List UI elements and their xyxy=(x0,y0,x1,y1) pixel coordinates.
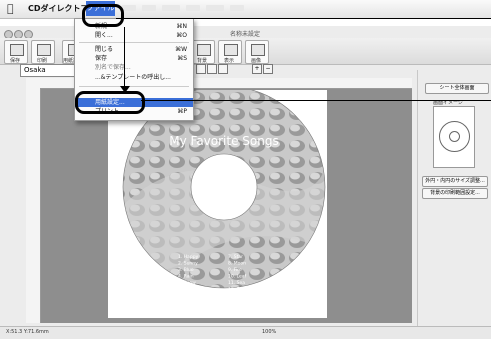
cd-label-disc[interactable]: My Favorite Songs 1. Happy2. Sunny3. Blu… xyxy=(108,90,327,318)
toolbar-label: 画像 xyxy=(250,58,261,64)
callout-page-setup xyxy=(75,91,145,114)
menu-item-window[interactable] xyxy=(206,5,224,11)
status-bar xyxy=(0,326,491,339)
track-item[interactable]: 3. Blue xyxy=(178,267,194,273)
menu-item-save[interactable]: 保存 ⌘S xyxy=(75,54,193,63)
zoom-level: 100% xyxy=(262,329,277,335)
apple-icon[interactable]:  xyxy=(7,2,14,15)
cd-date-text[interactable]: 4/1 2002 xyxy=(214,300,259,311)
arrow-head-icon xyxy=(120,86,130,93)
leader-line xyxy=(116,18,491,19)
menu-item-template[interactable]: ...&テンプレートの呼出し... xyxy=(75,73,193,82)
track-item[interactable]: 4. Rain xyxy=(178,274,194,280)
track-item[interactable]: 9. Fire xyxy=(228,267,242,273)
track-item[interactable]: 8. Moon xyxy=(228,261,246,267)
align-icon[interactable] xyxy=(196,64,206,74)
menu-separator xyxy=(79,86,189,87)
toolbar-label: 保存 xyxy=(9,58,20,64)
preview-box xyxy=(433,106,475,168)
toolbar-label: 表示 xyxy=(223,58,234,64)
menu-item-format[interactable] xyxy=(162,5,180,11)
track-item[interactable]: 6. Wind xyxy=(178,287,195,293)
zoom-out-icon[interactable]: − xyxy=(263,64,273,74)
menu-item-close[interactable]: 閉じる ⌘W xyxy=(75,45,193,54)
grid-icon[interactable] xyxy=(207,64,217,74)
preview-hole-icon xyxy=(449,131,460,142)
menu-item-save-as[interactable]: 別名で保存... xyxy=(75,63,193,72)
toolbar-label: 印刷 xyxy=(36,58,47,64)
cd-title-text[interactable]: My Favorite Songs xyxy=(169,134,278,148)
leader-line xyxy=(141,100,491,101)
track-item[interactable]: 1. Happy xyxy=(178,254,199,260)
track-item[interactable]: 2. Sunny xyxy=(178,261,198,267)
cursor-coords: X:51.3 Y:71.6mm xyxy=(6,329,49,335)
background-range-button[interactable]: 背景の印刷範囲設定... xyxy=(422,188,488,199)
menu-item-layout[interactable] xyxy=(186,5,200,11)
track-item[interactable]: 5. Snow xyxy=(178,280,196,286)
zoom-in-icon[interactable]: + xyxy=(252,64,262,74)
callout-file-menu xyxy=(82,4,124,27)
menu-item-open[interactable]: 開く... ⌘O xyxy=(75,31,193,40)
track-item[interactable]: 12. Sky xyxy=(228,287,245,293)
track-item[interactable]: 11. Sea xyxy=(228,280,245,286)
arrow-line xyxy=(124,27,125,92)
track-item[interactable]: 7. Star xyxy=(228,254,243,260)
menu-item-help[interactable] xyxy=(230,5,244,11)
menu-item-view[interactable] xyxy=(142,5,156,11)
sheet-view-button[interactable]: シート全体画面 xyxy=(425,83,489,94)
menu-separator xyxy=(79,42,189,43)
disc-size-button[interactable]: 外円・内円のサイズ調整... xyxy=(422,176,488,187)
track-item[interactable]: 10. Leaf xyxy=(228,274,247,280)
window-title: 名称未設定 xyxy=(230,31,261,38)
vertical-ruler xyxy=(26,88,41,323)
pencil-icon[interactable] xyxy=(218,64,228,74)
menu-item-edit[interactable] xyxy=(122,5,136,11)
